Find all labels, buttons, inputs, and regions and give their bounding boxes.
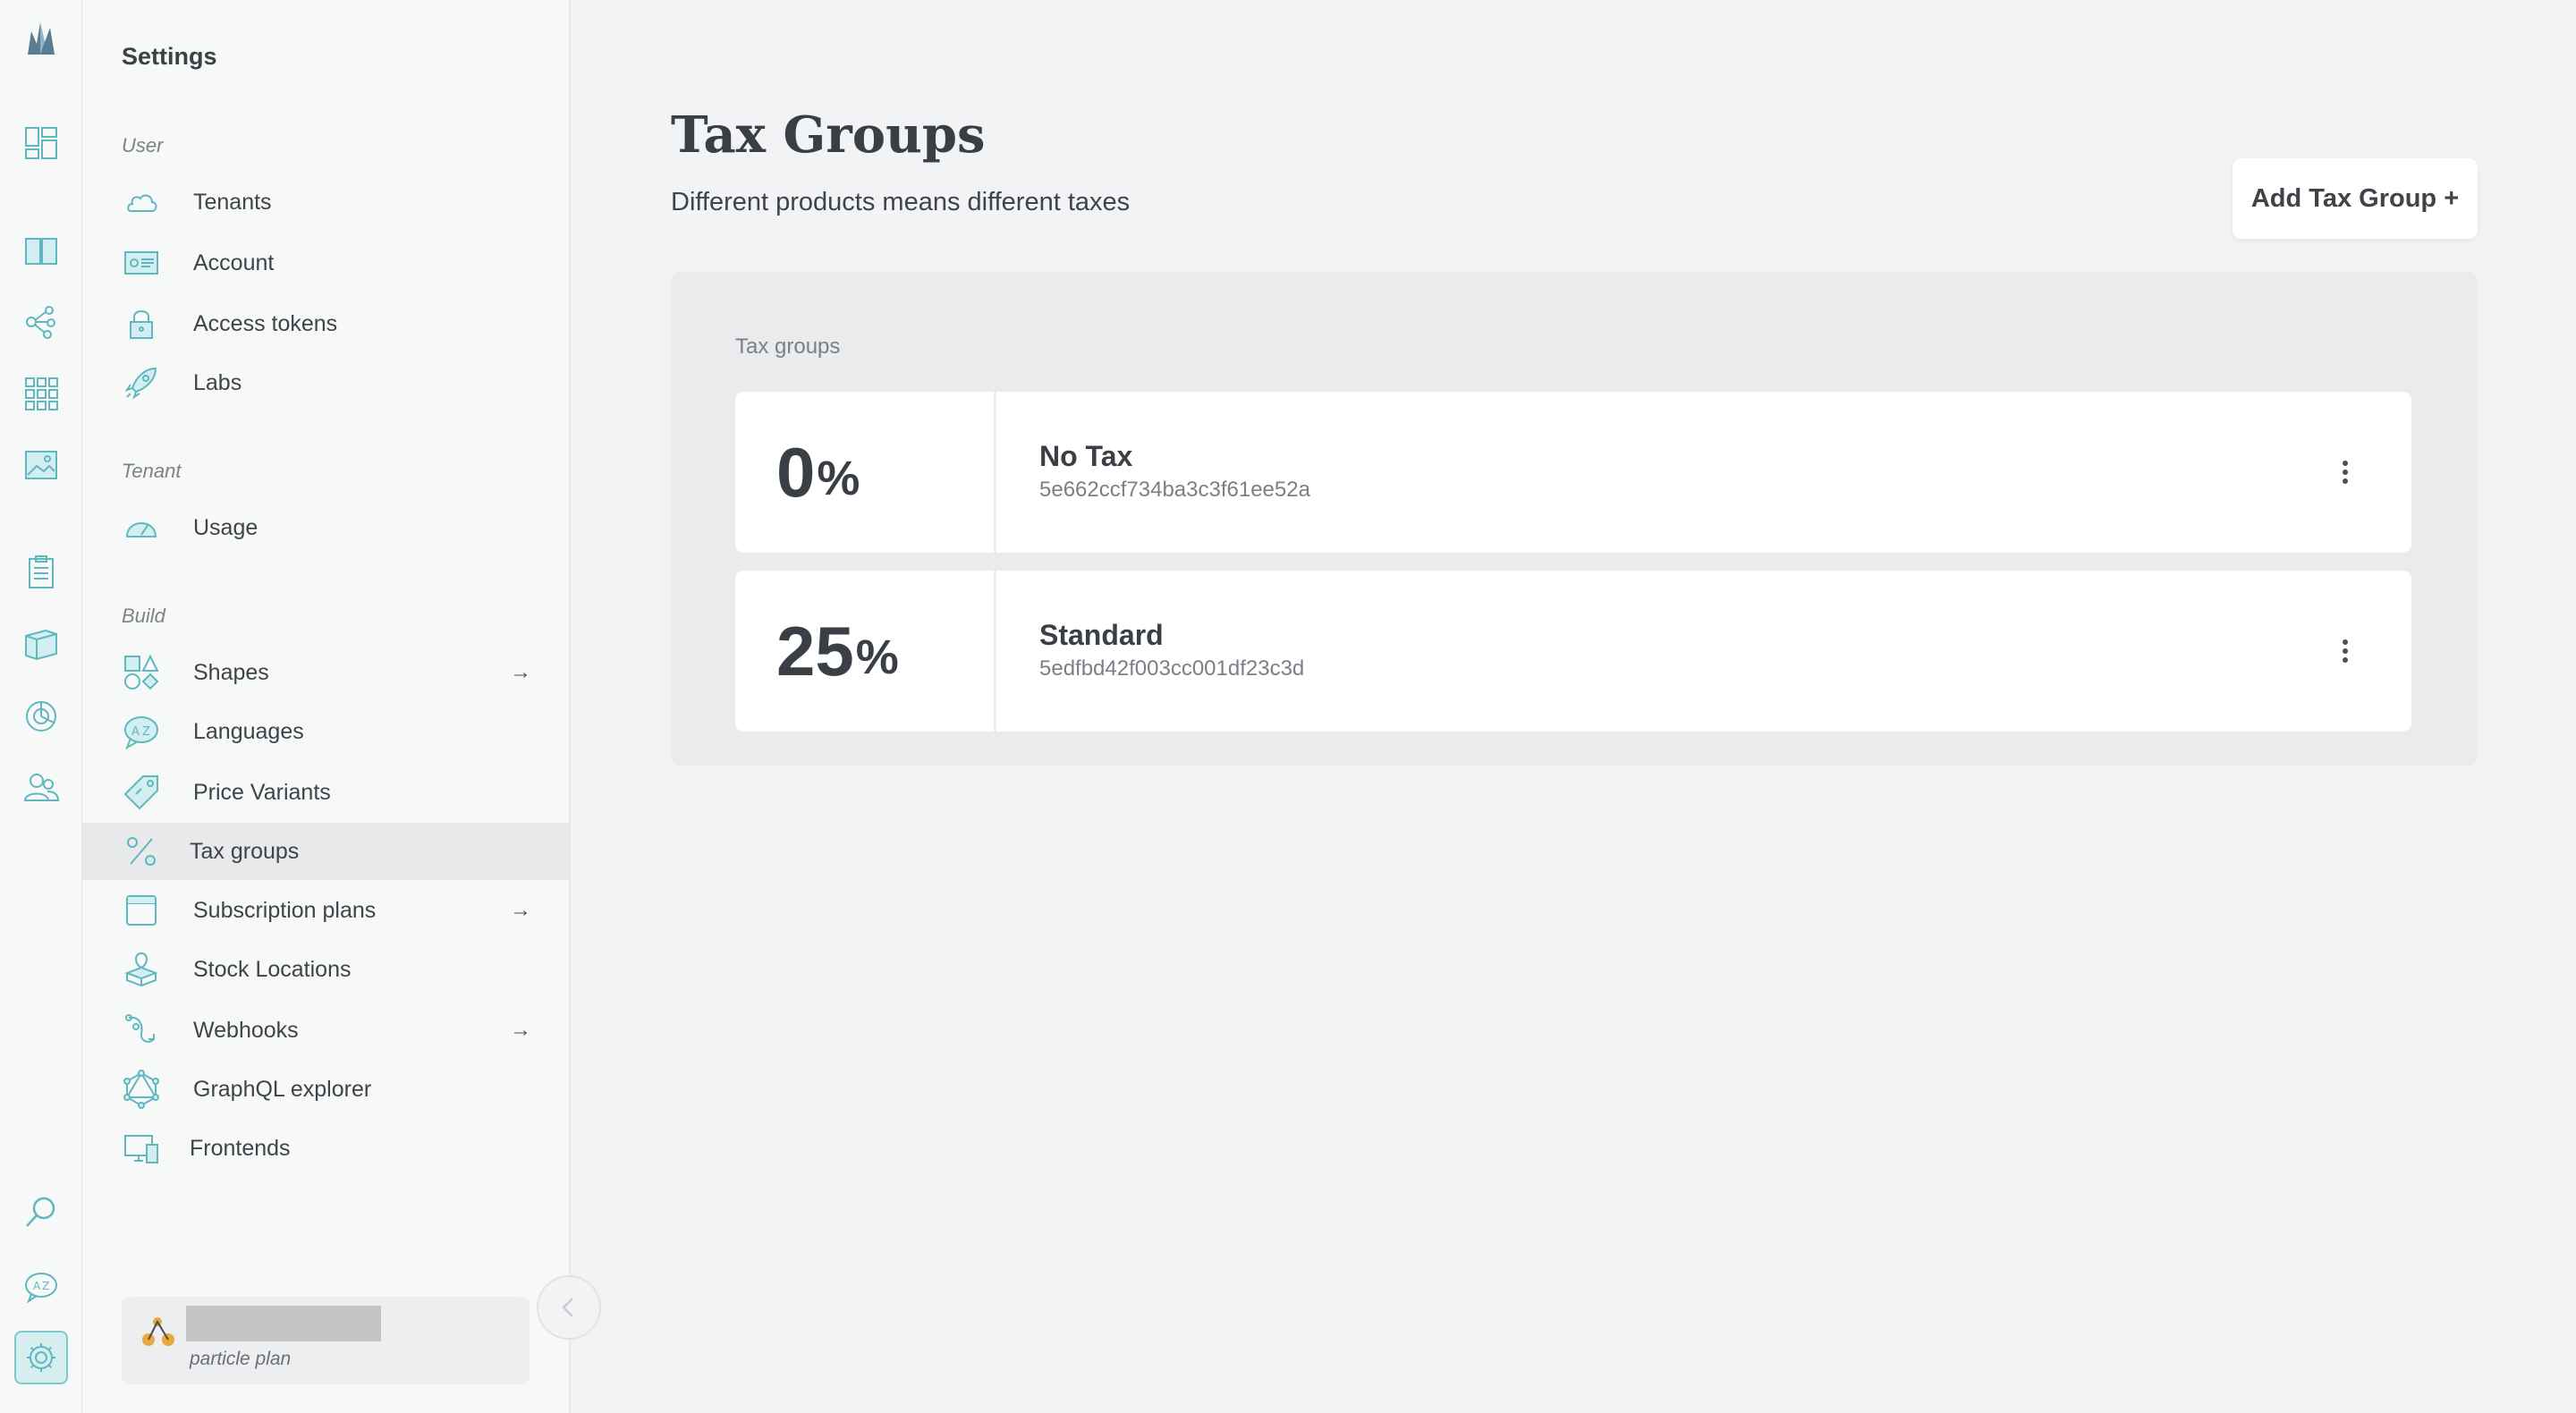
topics-graph-icon[interactable] [14, 295, 68, 349]
language-icon[interactable]: AZ [14, 1259, 68, 1313]
sidebar-item-label: Subscription plans [193, 897, 377, 923]
rocket-icon [122, 363, 161, 402]
arrow-right-icon: → [510, 898, 531, 922]
sidebar-item-label: Stock Locations [193, 956, 352, 982]
svg-text:A: A [131, 725, 140, 739]
more-options-icon[interactable] [2324, 624, 2367, 678]
catalogue-book-icon[interactable] [14, 224, 68, 277]
sidebar-item-label: Webhooks [193, 1017, 299, 1043]
customers-icon[interactable] [14, 760, 68, 814]
sidebar-item-access-tokens[interactable]: Access tokens [82, 295, 569, 352]
graphql-icon [122, 1070, 161, 1109]
tax-group-row[interactable]: 0% No Tax 5e662ccf734ba3c3f61ee52a [735, 392, 2411, 553]
arrow-right-icon: → [510, 1018, 531, 1042]
collapse-sidebar-button[interactable] [537, 1275, 601, 1340]
sidebar-item-tax-groups[interactable]: Tax groups [82, 823, 569, 880]
list-label: Tax groups [735, 334, 841, 359]
page-title: Tax Groups [671, 106, 986, 165]
section-label-user: User [122, 134, 164, 157]
shapes-icon [122, 653, 161, 692]
percent-symbol: % [817, 452, 860, 505]
id-card-icon [122, 243, 161, 283]
warehouse-icon [122, 950, 161, 989]
cloud-icon [122, 182, 161, 222]
sidebar-item-shapes[interactable]: Shapes → [82, 644, 569, 701]
webhook-icon [122, 1011, 161, 1050]
image-gallery-icon[interactable] [14, 438, 68, 492]
percent-symbol: % [855, 630, 899, 684]
page-subtitle: Different products means different taxes [671, 188, 1131, 216]
sidebar-item-subscription-plans[interactable]: Subscription plans → [82, 882, 569, 939]
sidebar-item-label: Labs [193, 369, 242, 395]
devices-icon [122, 1129, 161, 1168]
product-box-icon[interactable] [14, 617, 68, 671]
sidebar-item-label: Languages [193, 718, 304, 744]
particle-icon [142, 1317, 174, 1346]
sidebar-item-graphql-explorer[interactable]: GraphQL explorer [82, 1061, 569, 1118]
logo-icon[interactable] [14, 13, 68, 66]
tax-rate: 25% [735, 571, 996, 732]
search-icon[interactable] [14, 1186, 68, 1240]
sidebar-item-usage[interactable]: Usage [82, 499, 569, 556]
sidebar-item-label: Shapes [193, 659, 269, 685]
plan-name: particle plan [190, 1349, 292, 1369]
lock-icon [122, 304, 161, 343]
language-bubble-icon: AZ [122, 712, 161, 751]
tax-rate: 0% [735, 392, 996, 553]
tax-groups-list: Tax groups 0% No Tax 5e662ccf734ba3c3f61… [671, 272, 2478, 766]
sidebar-item-label: Frontends [190, 1135, 291, 1161]
sidebar-item-languages[interactable]: AZ Languages [82, 703, 569, 760]
settings-panel: Settings User Tenants Account Access tok… [82, 0, 571, 1413]
more-options-icon[interactable] [2324, 445, 2367, 499]
sidebar-item-label: Account [193, 250, 275, 275]
svg-text:Z: Z [42, 1280, 49, 1292]
sidebar-item-stock-locations[interactable]: Stock Locations [82, 941, 569, 998]
tax-group-id: 5e662ccf734ba3c3f61ee52a [1039, 478, 1310, 502]
arrow-right-icon: → [510, 660, 531, 684]
sidebar-item-label: Usage [193, 514, 258, 540]
settings-gear-icon[interactable] [14, 1331, 68, 1384]
add-tax-group-button[interactable]: Add Tax Group + [2233, 158, 2478, 239]
sidebar-item-label: Tax groups [190, 838, 300, 864]
panel-title: Settings [122, 43, 217, 70]
dashboard-icon[interactable] [14, 116, 68, 170]
plan-card[interactable]: particle plan [122, 1297, 530, 1384]
orders-clipboard-icon[interactable] [14, 546, 68, 599]
svg-text:Z: Z [142, 725, 150, 739]
grid-apps-icon[interactable] [14, 367, 68, 420]
icon-rail: AZ [0, 0, 82, 1413]
sidebar-item-label: GraphQL explorer [193, 1076, 372, 1102]
tax-group-name: No Tax [1039, 440, 1133, 472]
percent-icon [122, 832, 161, 871]
sidebar-item-webhooks[interactable]: Webhooks → [82, 1002, 569, 1059]
tax-rate-value: 0 [776, 432, 816, 512]
pie-chart-icon[interactable] [14, 689, 68, 742]
sidebar-item-labs[interactable]: Labs [82, 354, 569, 411]
tax-rate-value: 25 [776, 611, 854, 690]
chevron-left-icon [562, 1298, 573, 1317]
sidebar-item-frontends[interactable]: Frontends [82, 1120, 569, 1177]
sidebar-item-label: Price Variants [193, 779, 331, 805]
gauge-icon [122, 508, 161, 547]
sidebar-item-label: Tenants [193, 189, 272, 215]
tax-group-row[interactable]: 25% Standard 5edfbd42f003cc001df23c3d [735, 571, 2411, 732]
sidebar-item-price-variants[interactable]: Price Variants [82, 764, 569, 821]
sidebar-item-account[interactable]: Account [82, 234, 569, 292]
sidebar-item-tenants[interactable]: Tenants [82, 173, 569, 231]
section-label-build: Build [122, 605, 165, 627]
svg-text:A: A [33, 1280, 41, 1292]
price-tag-icon [122, 773, 161, 812]
sidebar-item-label: Access tokens [193, 310, 338, 336]
calendar-icon [122, 891, 161, 930]
tax-group-id: 5edfbd42f003cc001df23c3d [1039, 656, 1305, 681]
redacted-tenant-name [186, 1306, 381, 1341]
section-label-tenant: Tenant [122, 460, 182, 482]
tax-group-name: Standard [1039, 619, 1164, 651]
